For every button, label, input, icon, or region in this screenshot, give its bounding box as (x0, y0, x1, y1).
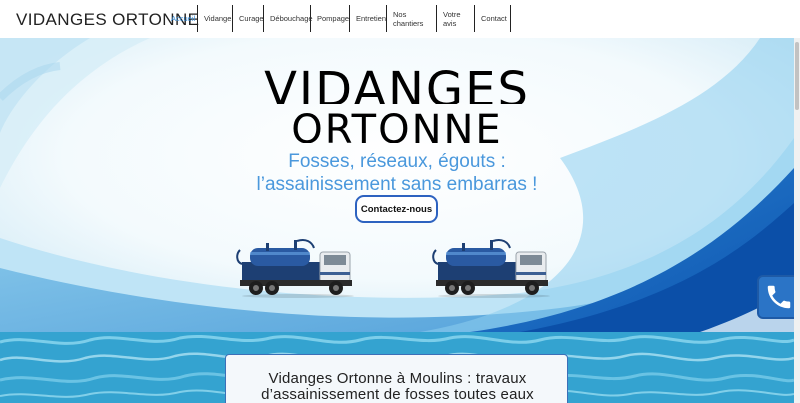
intro-title-line1: Vidanges Ortonne à Moulins : travaux (268, 370, 527, 387)
nav-pompage[interactable]: Pompage (311, 5, 350, 32)
page-scrollbar[interactable] (794, 38, 800, 403)
nav-debouchage[interactable]: Débouchage (264, 5, 313, 32)
phone-icon (767, 285, 790, 309)
scrollbar-thumb[interactable] (795, 42, 799, 110)
vacuum-truck-image (432, 238, 550, 298)
vacuum-truck-image (236, 238, 354, 298)
nav-curage[interactable]: Curage (233, 5, 264, 32)
intro-card: Vidanges Ortonne à Moulins : travaux d’a… (225, 354, 568, 403)
contact-cta-button[interactable]: Contactez-nous (355, 195, 438, 223)
intro-title-line2: d’assainissement de fosses toutes eaux (261, 386, 534, 403)
nav-avis[interactable]: Votre avis (437, 5, 475, 32)
intro-section: Vidanges Ortonne à Moulins : travaux d’a… (0, 332, 794, 403)
nav-entretien[interactable]: Entretien (350, 5, 387, 32)
nav-contact[interactable]: Contact (475, 5, 511, 32)
hero-tagline-line2: l’assainissement sans embarras ! (256, 174, 538, 195)
nav-vidange[interactable]: Vidange (198, 5, 233, 32)
nav-accueil[interactable]: Accueil (164, 5, 198, 32)
site-header: VIDANGES ORTONNE Accueil Vidange Curage … (0, 0, 800, 38)
hero-title-line1: VIDANGES (264, 66, 530, 104)
hero-title-line2: ORTONNE (291, 110, 503, 143)
main-nav: Accueil Vidange Curage Débouchage Pompag… (164, 5, 511, 32)
nav-chantiers[interactable]: Nos chantiers (387, 5, 437, 32)
hero-banner: VIDANGES ORTONNE Fosses, réseaux, égouts… (0, 38, 794, 332)
hero-tagline-line1: Fosses, réseaux, égouts : (288, 151, 506, 172)
